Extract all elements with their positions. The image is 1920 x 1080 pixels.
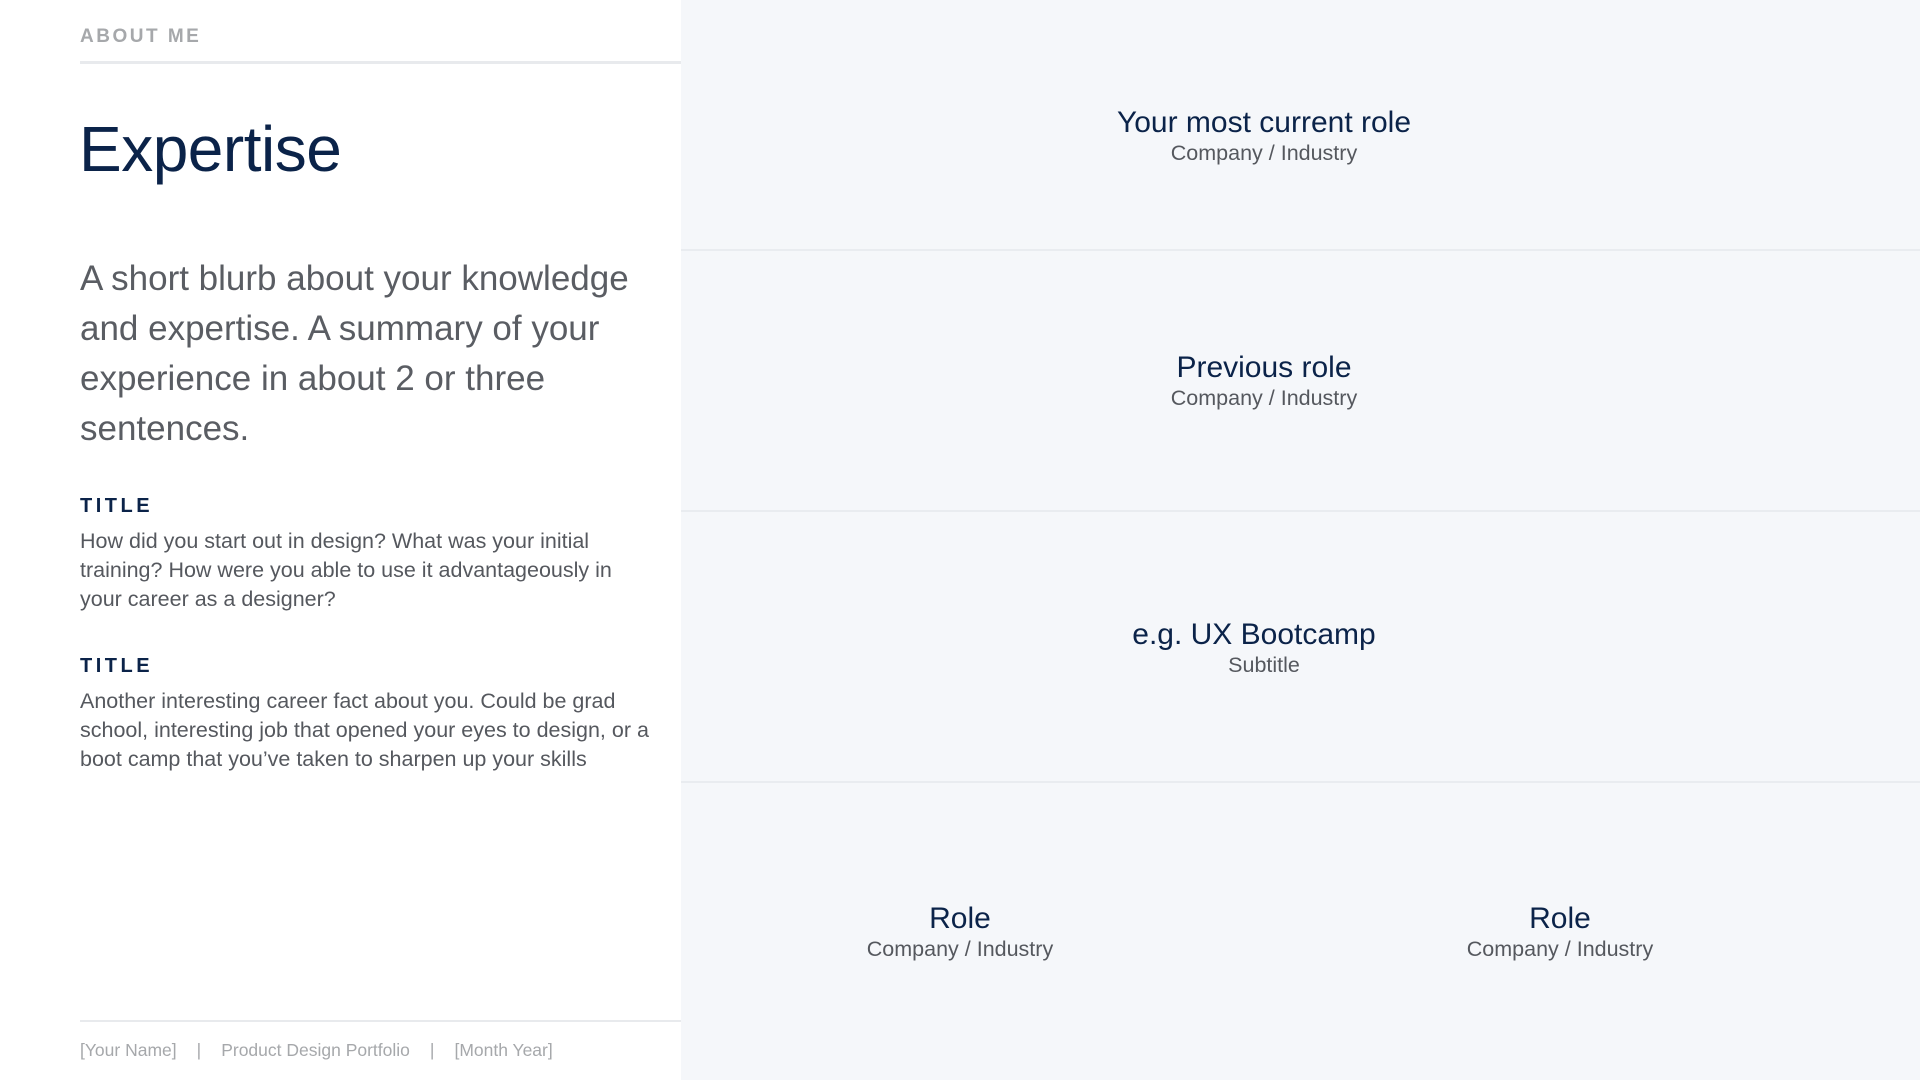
footer-portfolio: Product Design Portfolio (221, 1040, 410, 1060)
page-title: Expertise (79, 113, 342, 185)
roles-divider (681, 249, 1920, 251)
role-title: Previous role (1176, 351, 1352, 384)
role-title: e.g. UX Bootcamp (1132, 618, 1376, 651)
expertise-blurb: A short blurb about your knowledge and e… (80, 259, 629, 448)
section-label: ABOUT ME (80, 26, 202, 47)
roles-divider (681, 510, 1920, 512)
role-subtitle: Company / Industry (1170, 141, 1358, 165)
role-card: Role Company / Industry (810, 902, 1110, 962)
role-subtitle: Company / Industry (866, 937, 1054, 961)
fact-title-1: TITLE (80, 495, 154, 517)
current-role: Your most current role Company / Industr… (1064, 106, 1464, 166)
top-divider (80, 61, 681, 64)
footer-date: [Month Year] (454, 1040, 553, 1060)
fact-body-2: Another interesting career fact about yo… (80, 689, 649, 771)
footer-divider (80, 1020, 681, 1022)
role-subtitle: Company / Industry (1466, 937, 1654, 961)
footer: [Your Name] | Product Design Portfolio | [Mo… (80, 1040, 553, 1061)
about-me-panel: ABOUT ME Expertise A short blurb about y… (0, 0, 681, 1080)
footer-separator: | (429, 1040, 435, 1060)
role-title: Role (929, 902, 991, 935)
footer-separator: | (196, 1040, 202, 1060)
role-subtitle: Company / Industry (1170, 386, 1358, 410)
role-title: Your most current role (1116, 106, 1412, 139)
footer-name: [Your Name] (80, 1040, 177, 1060)
fact-title-2: TITLE (80, 655, 154, 677)
role-subtitle: Subtitle (1228, 653, 1300, 677)
fact-body-1: How did you start out in design? What wa… (80, 529, 612, 611)
education-role: e.g. UX Bootcamp Subtitle (1054, 618, 1454, 678)
role-title: Role (1529, 902, 1591, 935)
previous-role: Previous role Company / Industry (1064, 351, 1464, 411)
roles-divider (681, 781, 1920, 783)
role-card: Role Company / Industry (1410, 902, 1710, 962)
